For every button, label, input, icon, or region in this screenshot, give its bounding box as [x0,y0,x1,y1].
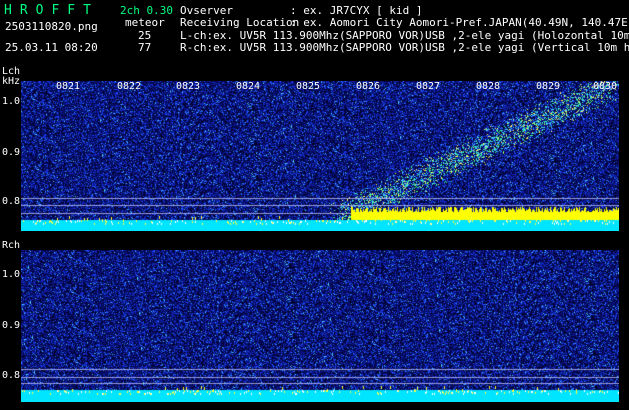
time-label: 0828 [476,81,501,92]
rch-ytick-2: 0.9 [2,320,21,331]
rch-ytick-3: 0.8 [2,370,21,381]
count-l-label: 25 [138,29,152,42]
time-label: 0821 [56,81,81,92]
lch-ytick-1: 1.0 [2,96,21,107]
lch-unit: kHz [2,76,21,87]
lch-ytick-2: 0.9 [2,147,21,158]
time-label: 0827 [416,81,441,92]
datetime-label: 25.03.11 08:20 [5,41,98,54]
rch-info: R-ch:ex. UV5R 113.900Mhz(SAPPORO VOR)USB… [180,41,629,54]
event-type-label: meteor [125,16,165,29]
mode-label: 2ch 0.30 [120,4,173,17]
lch-ytick-3: 0.8 [2,196,21,207]
lch-info: L-ch:ex. UV5R 113.900Mhz(SAPPORO VOR)USB… [180,29,629,42]
rch-label: Rch [2,240,21,251]
lch-spectrogram [21,81,619,231]
app-title: HROFFT [4,3,99,18]
time-label: 0823 [176,81,201,92]
rch-spectrogram [21,250,619,402]
filename-label: 2503110820.png [5,20,98,33]
location-label: Receiving Location [180,16,300,29]
observer-value: : ex. JR7CYX [ kid ] [290,4,423,17]
time-label: 0829 [536,81,561,92]
time-label: 0825 [296,81,321,92]
time-label: 0830 [593,81,618,92]
count-r-label: 77 [138,41,152,54]
time-label: 0826 [356,81,381,92]
location-value: : ex. Aomori City Aomori-Pref.JAPAN(40.4… [290,16,629,29]
rch-ytick-1: 1.0 [2,269,21,280]
observer-label: Ovserver [180,4,233,17]
time-label: 0824 [236,81,261,92]
hrofft-window: HROFFT 2ch 0.30 meteor 2503110820.png 25… [0,0,629,410]
time-label: 0822 [117,81,142,92]
